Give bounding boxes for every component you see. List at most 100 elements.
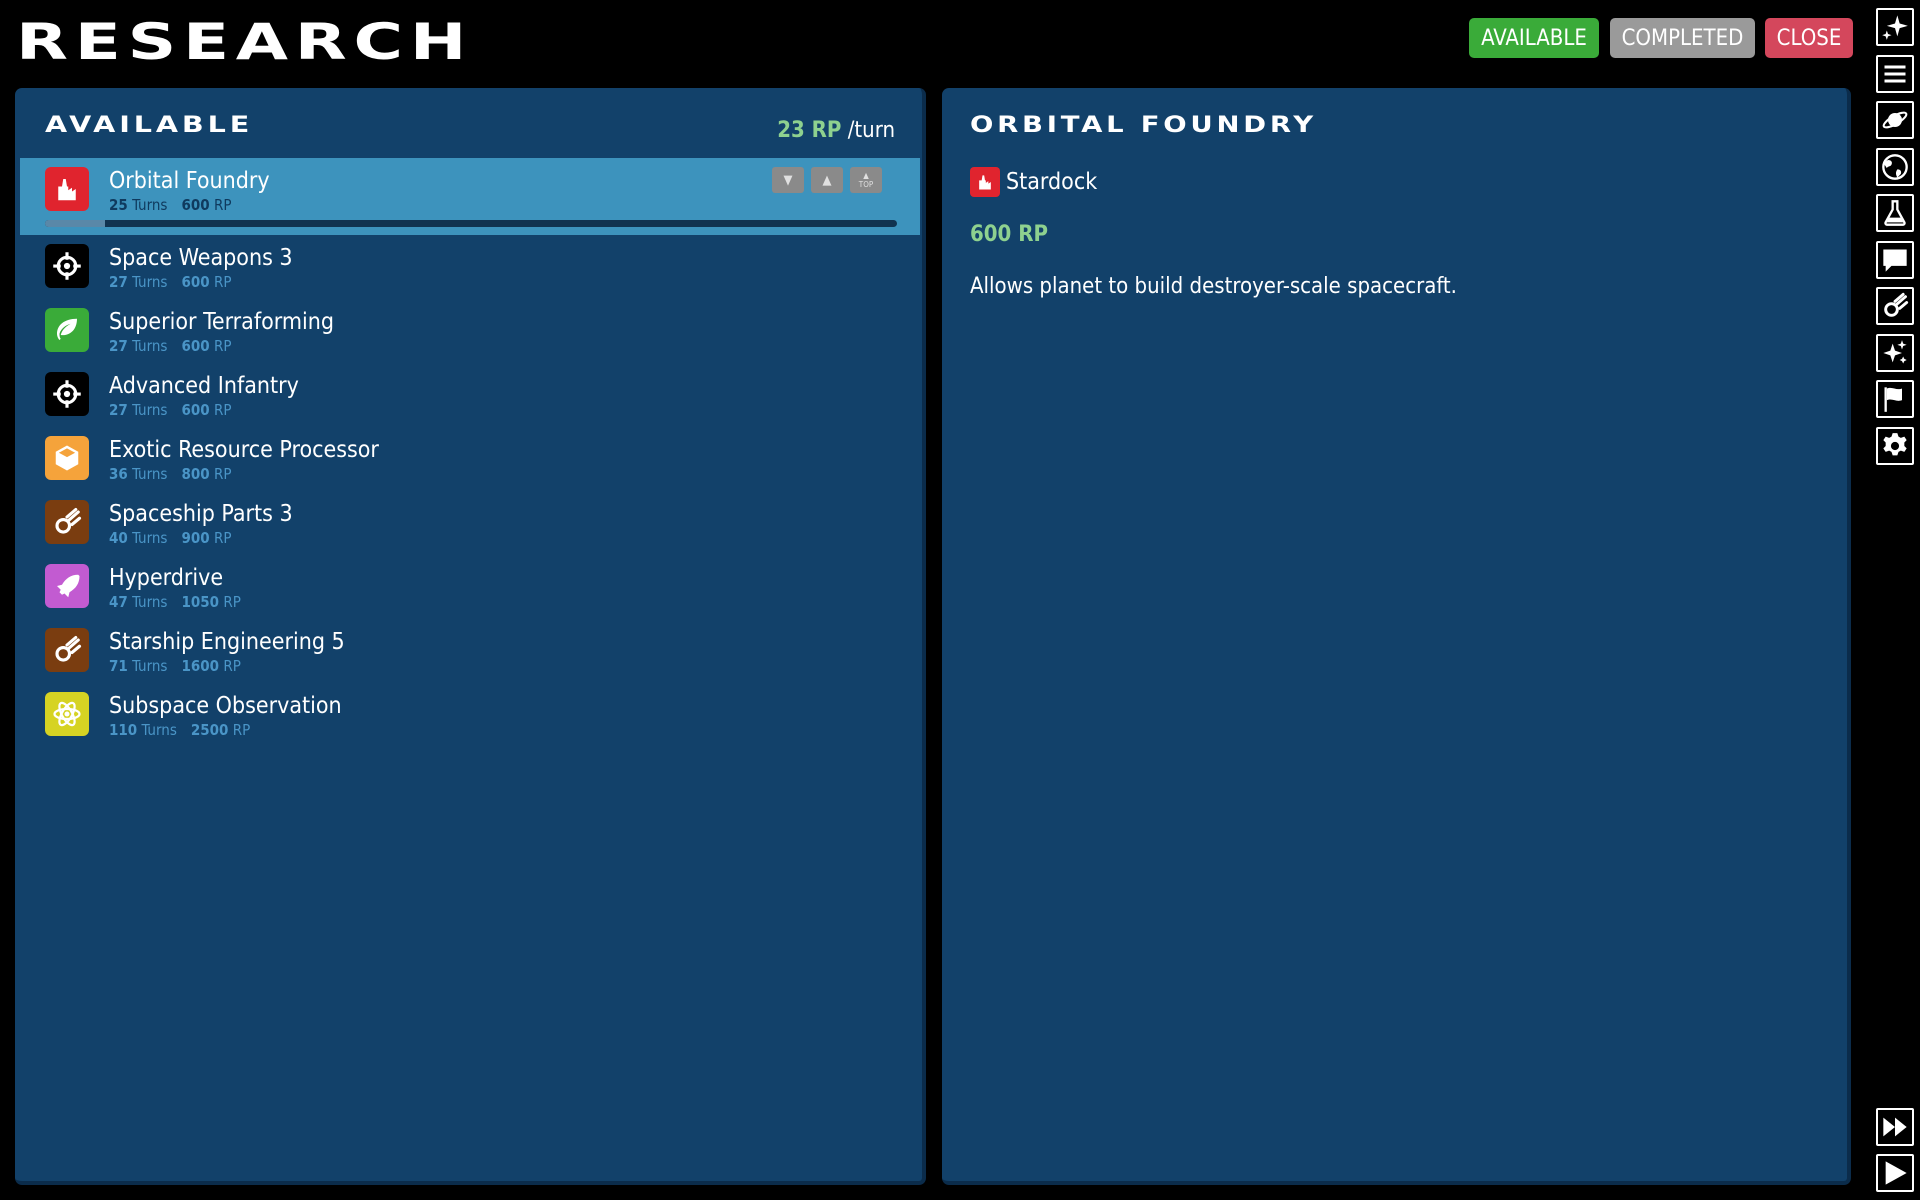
fast-forward-button[interactable] — [1876, 1108, 1914, 1146]
comet-icon — [45, 628, 89, 672]
available-research-panel: Available 23 RP /turn Orbital Foundry 25 … — [15, 88, 926, 1185]
turns-label: Turns — [141, 721, 177, 739]
move-up-button[interactable]: ▲ — [811, 167, 843, 193]
play-icon — [1885, 1161, 1907, 1185]
turns-value: 36 — [109, 465, 128, 483]
unlock-row: Stardock — [970, 167, 1097, 197]
cost-value: 2500 — [190, 721, 229, 739]
flag-icon — [1884, 387, 1902, 412]
available-tab-button[interactable]: AVAILABLE — [1469, 18, 1599, 58]
research-item[interactable]: Space Weapons 3 27 Turns 600 RP — [20, 235, 920, 299]
research-progress-bar — [45, 220, 897, 227]
research-item-meta: 110 Turns 2500 RP — [109, 721, 250, 739]
crosshair-icon — [45, 372, 89, 416]
move-top-button[interactable]: ▲ TOP — [850, 167, 882, 193]
rocket-icon — [45, 564, 89, 608]
research-rate: 23 RP /turn — [777, 118, 895, 143]
sparkle-icon — [1882, 15, 1908, 40]
research-detail-panel: Orbital Foundry Stardock 600 RP Allows p… — [942, 88, 1851, 1185]
comet-icon — [45, 500, 89, 544]
research-item[interactable]: Hyperdrive 47 Turns 1050 RP — [20, 555, 920, 619]
turns-value: 47 — [109, 593, 128, 611]
research-item[interactable]: Spaceship Parts 3 40 Turns 900 RP — [20, 491, 920, 555]
cost-value: 600 — [181, 337, 210, 355]
research-item[interactable]: Orbital Foundry 25 Turns 600 RP ▼ ▲ ▲ TOP — [20, 158, 920, 235]
turns-value: 27 — [109, 401, 128, 419]
cost-label: RP — [232, 721, 251, 739]
research-item-meta: 27 Turns 600 RP — [109, 273, 231, 291]
comet-sidebar-button[interactable] — [1876, 287, 1914, 325]
flask-sidebar-button[interactable] — [1876, 194, 1914, 232]
move-down-button[interactable]: ▼ — [772, 167, 804, 193]
cost-value: 1050 — [181, 593, 220, 611]
cost-value: 600 — [181, 273, 210, 291]
turns-value: 71 — [109, 657, 128, 675]
cost-label: RP — [213, 273, 232, 291]
research-item[interactable]: Advanced Infantry 27 Turns 600 RP — [20, 363, 920, 427]
globe-sidebar-button[interactable] — [1876, 147, 1914, 186]
research-item-name: Hyperdrive — [109, 565, 224, 591]
close-button[interactable]: CLOSE — [1765, 18, 1853, 58]
top-arrow-icon: ▲ — [863, 171, 869, 180]
research-item[interactable]: Superior Terraforming 27 Turns 600 RP — [20, 299, 920, 363]
cost-label: RP — [213, 196, 232, 214]
stars-sidebar-button[interactable] — [1876, 333, 1914, 372]
factory-icon — [970, 167, 1000, 197]
turns-value: 40 — [109, 529, 128, 547]
turns-label: Turns — [132, 196, 168, 214]
cost-label: RP — [223, 657, 241, 675]
cost-value: 600 — [181, 196, 210, 214]
research-item-name: Superior Terraforming — [109, 309, 335, 335]
research-progress-fill — [45, 220, 105, 227]
cube-icon — [45, 436, 89, 480]
research-item-meta: 47 Turns 1050 RP — [109, 593, 241, 611]
research-item-name: Spaceship Parts 3 — [109, 501, 293, 527]
comet-icon — [1884, 292, 1909, 317]
turns-label: Turns — [132, 593, 168, 611]
menu-icon — [1884, 65, 1906, 82]
cost-label: RP — [223, 593, 241, 611]
menu-sidebar-button[interactable] — [1876, 54, 1914, 93]
research-item[interactable]: Exotic Resource Processor 36 Turns 800 RP — [20, 427, 920, 491]
factory-icon — [45, 167, 89, 211]
flag-sidebar-button[interactable] — [1876, 380, 1914, 418]
research-item-name: Subspace Observation — [109, 693, 342, 719]
turns-label: Turns — [132, 657, 168, 675]
turns-value: 27 — [109, 337, 128, 355]
research-item-meta: 25 Turns 600 RP — [109, 196, 231, 214]
detail-cost: 600 RP — [970, 222, 1048, 247]
research-item-name: Exotic Resource Processor — [109, 437, 379, 463]
research-item-name: Space Weapons 3 — [109, 245, 293, 271]
atom-icon — [45, 692, 89, 736]
page-title: RESEARCH — [16, 13, 474, 71]
gear-sidebar-button[interactable] — [1876, 426, 1914, 465]
cost-label: RP — [213, 529, 232, 547]
cost-value: 800 — [181, 465, 210, 483]
research-rate-unit: /turn — [847, 118, 895, 143]
sparkle-sidebar-button[interactable] — [1876, 8, 1914, 46]
chat-icon — [1883, 249, 1907, 272]
play-button[interactable] — [1876, 1154, 1914, 1192]
planet-sidebar-button[interactable] — [1876, 101, 1914, 139]
research-item-name: Advanced Infantry — [109, 373, 299, 399]
turns-label: Turns — [132, 401, 168, 419]
fast-forward-icon — [1883, 1117, 1907, 1137]
research-list: Orbital Foundry 25 Turns 600 RP ▼ ▲ ▲ TOP Space… — [20, 158, 920, 747]
turns-label: Turns — [132, 337, 168, 355]
research-item-meta: 36 Turns 800 RP — [109, 465, 231, 483]
panel-heading: Available — [45, 113, 254, 138]
planet-icon — [1882, 111, 1908, 129]
cost-value: 1600 — [181, 657, 220, 675]
completed-tab-button[interactable]: COMPLETED — [1610, 18, 1755, 58]
chat-sidebar-button[interactable] — [1876, 240, 1914, 279]
turns-value: 25 — [109, 196, 128, 214]
turns-label: Turns — [132, 273, 168, 291]
research-item[interactable]: Subspace Observation 110 Turns 2500 RP — [20, 683, 920, 747]
cost-value: 900 — [181, 529, 210, 547]
detail-description: Allows planet to build destroyer-scale s… — [970, 274, 1457, 299]
detail-title: Orbital Foundry — [970, 113, 1317, 138]
research-item[interactable]: Starship Engineering 5 71 Turns 1600 RP — [20, 619, 920, 683]
stars-icon — [1883, 339, 1907, 363]
globe-icon — [1882, 153, 1908, 180]
leaf-icon — [45, 308, 89, 352]
